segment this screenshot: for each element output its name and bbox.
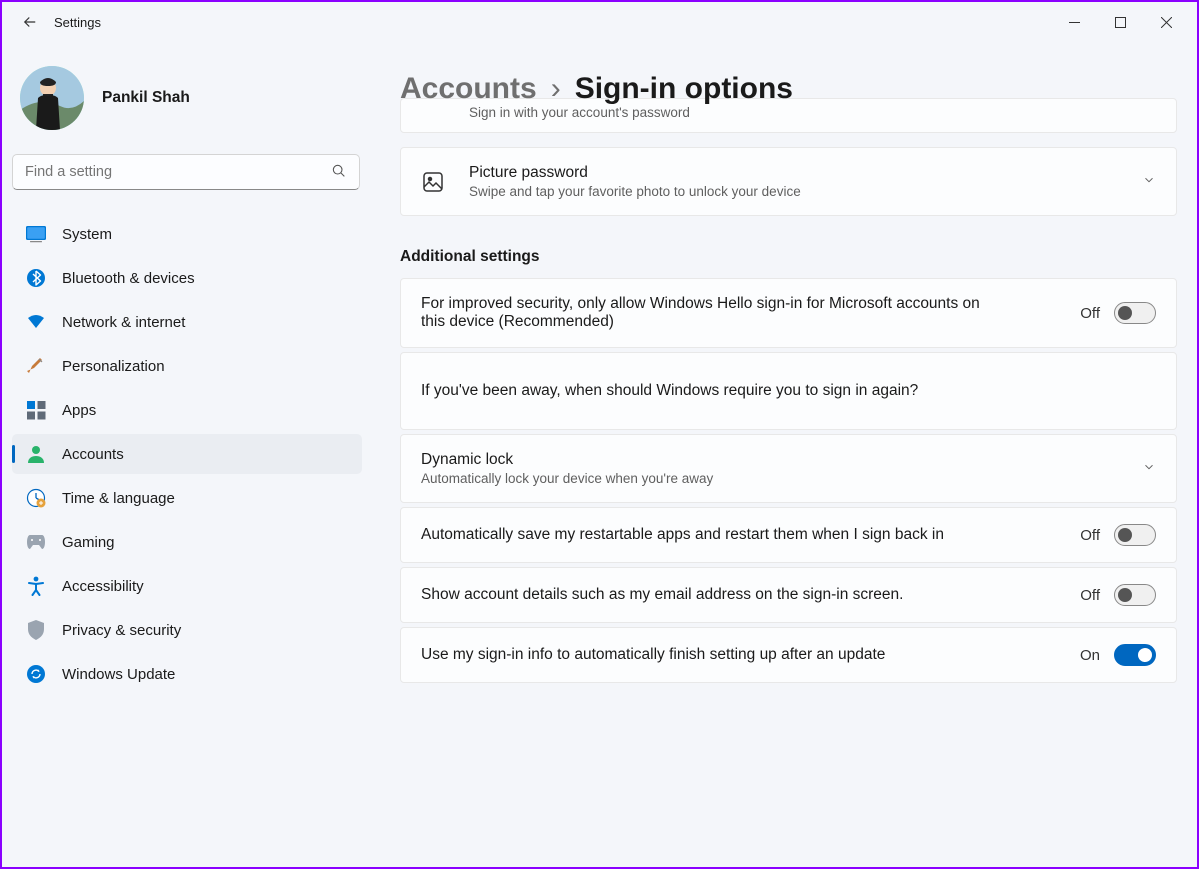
window-controls [1051,6,1189,38]
show-details-toggle[interactable] [1114,584,1156,606]
picture-password-card[interactable]: Picture password Swipe and tap your favo… [400,147,1177,216]
chevron-down-icon [1142,173,1156,190]
search-icon [331,163,347,182]
update-icon [26,664,46,684]
setting-text: Show account details such as my email ad… [421,586,981,604]
sidebar-item-label: Network & internet [62,314,185,331]
arrow-left-icon [21,13,39,31]
profile-name: Pankil Shah [102,89,190,107]
restart-apps-toggle[interactable] [1114,524,1156,546]
bluetooth-icon [26,268,46,288]
sidebar-item-gaming[interactable]: Gaming [12,522,362,562]
sidebar-item-time-language[interactable]: Time & language [12,478,362,518]
minimize-button[interactable] [1051,6,1097,38]
sidebar-item-label: Accounts [62,446,124,463]
sidebar-item-label: Privacy & security [62,622,181,639]
back-button[interactable] [10,2,50,42]
sidebar-item-label: Bluetooth & devices [62,270,195,287]
titlebar: Settings [2,2,1197,42]
search-box[interactable] [12,154,360,190]
picture-icon [421,170,445,194]
sidebar-item-accessibility[interactable]: Accessibility [12,566,362,606]
sidebar-item-label: Apps [62,402,96,419]
show-details-setting: Show account details such as my email ad… [400,567,1177,623]
brush-icon [26,356,46,376]
sidebar-item-network[interactable]: Network & internet [12,302,362,342]
wifi-icon [26,312,46,332]
system-icon [26,224,46,244]
toggle-state: Off [1080,305,1100,322]
card-title: Dynamic lock [421,451,1130,469]
sidebar-item-label: Windows Update [62,666,175,683]
search-input[interactable] [25,164,331,180]
sidebar-item-system[interactable]: System [12,214,362,254]
toggle-state: On [1080,647,1100,664]
setting-text: For improved security, only allow Window… [421,295,981,331]
window-title: Settings [54,15,101,30]
sidebar-item-label: Accessibility [62,578,144,595]
sidebar: Pankil Shah System Bluetooth & devices N… [2,42,372,867]
sidebar-item-personalization[interactable]: Personalization [12,346,362,386]
card-subtitle: Sign in with your account's password [469,105,690,120]
finish-setup-setting: Use my sign-in info to automatically fin… [400,627,1177,683]
close-button[interactable] [1143,6,1189,38]
apps-icon [26,400,46,420]
section-heading: Additional settings [400,248,1177,266]
toggle-state: Off [1080,527,1100,544]
hello-only-toggle[interactable] [1114,302,1156,324]
sidebar-item-label: Time & language [62,490,175,507]
accessibility-icon [26,576,46,596]
restart-apps-setting: Automatically save my restartable apps a… [400,507,1177,563]
chevron-right-icon: › [551,72,561,106]
chevron-down-icon [1142,460,1156,477]
card-subtitle: Swipe and tap your favorite photo to unl… [469,184,1130,199]
nav-list: System Bluetooth & devices Network & int… [12,214,362,694]
sidebar-item-accounts[interactable]: Accounts [12,434,362,474]
card-subtitle: Automatically lock your device when you'… [421,471,1130,486]
breadcrumb-parent[interactable]: Accounts [400,72,537,106]
sidebar-item-bluetooth[interactable]: Bluetooth & devices [12,258,362,298]
dynamic-lock-card[interactable]: Dynamic lock Automatically lock your dev… [400,434,1177,503]
main-content: Accounts › Sign-in options Sign in with … [372,42,1197,867]
avatar [20,66,84,130]
setting-text: Use my sign-in info to automatically fin… [421,646,981,664]
sidebar-item-label: Gaming [62,534,115,551]
require-signin-setting: If you've been away, when should Windows… [400,352,1177,430]
gaming-icon [26,532,46,552]
profile-block[interactable]: Pankil Shah [12,50,362,154]
sidebar-item-apps[interactable]: Apps [12,390,362,430]
finish-setup-toggle[interactable] [1114,644,1156,666]
page-title: Sign-in options [575,72,793,106]
shield-icon [26,620,46,640]
sidebar-item-windows-update[interactable]: Windows Update [12,654,362,694]
setting-text: If you've been away, when should Windows… [421,382,941,400]
setting-text: Automatically save my restartable apps a… [421,526,981,544]
accounts-icon [26,444,46,464]
hello-only-setting: For improved security, only allow Window… [400,278,1177,348]
toggle-state: Off [1080,587,1100,604]
clock-icon [26,488,46,508]
sidebar-item-label: System [62,226,112,243]
maximize-button[interactable] [1097,6,1143,38]
sidebar-item-privacy[interactable]: Privacy & security [12,610,362,650]
card-title: Picture password [469,164,1130,182]
sidebar-item-label: Personalization [62,358,165,375]
